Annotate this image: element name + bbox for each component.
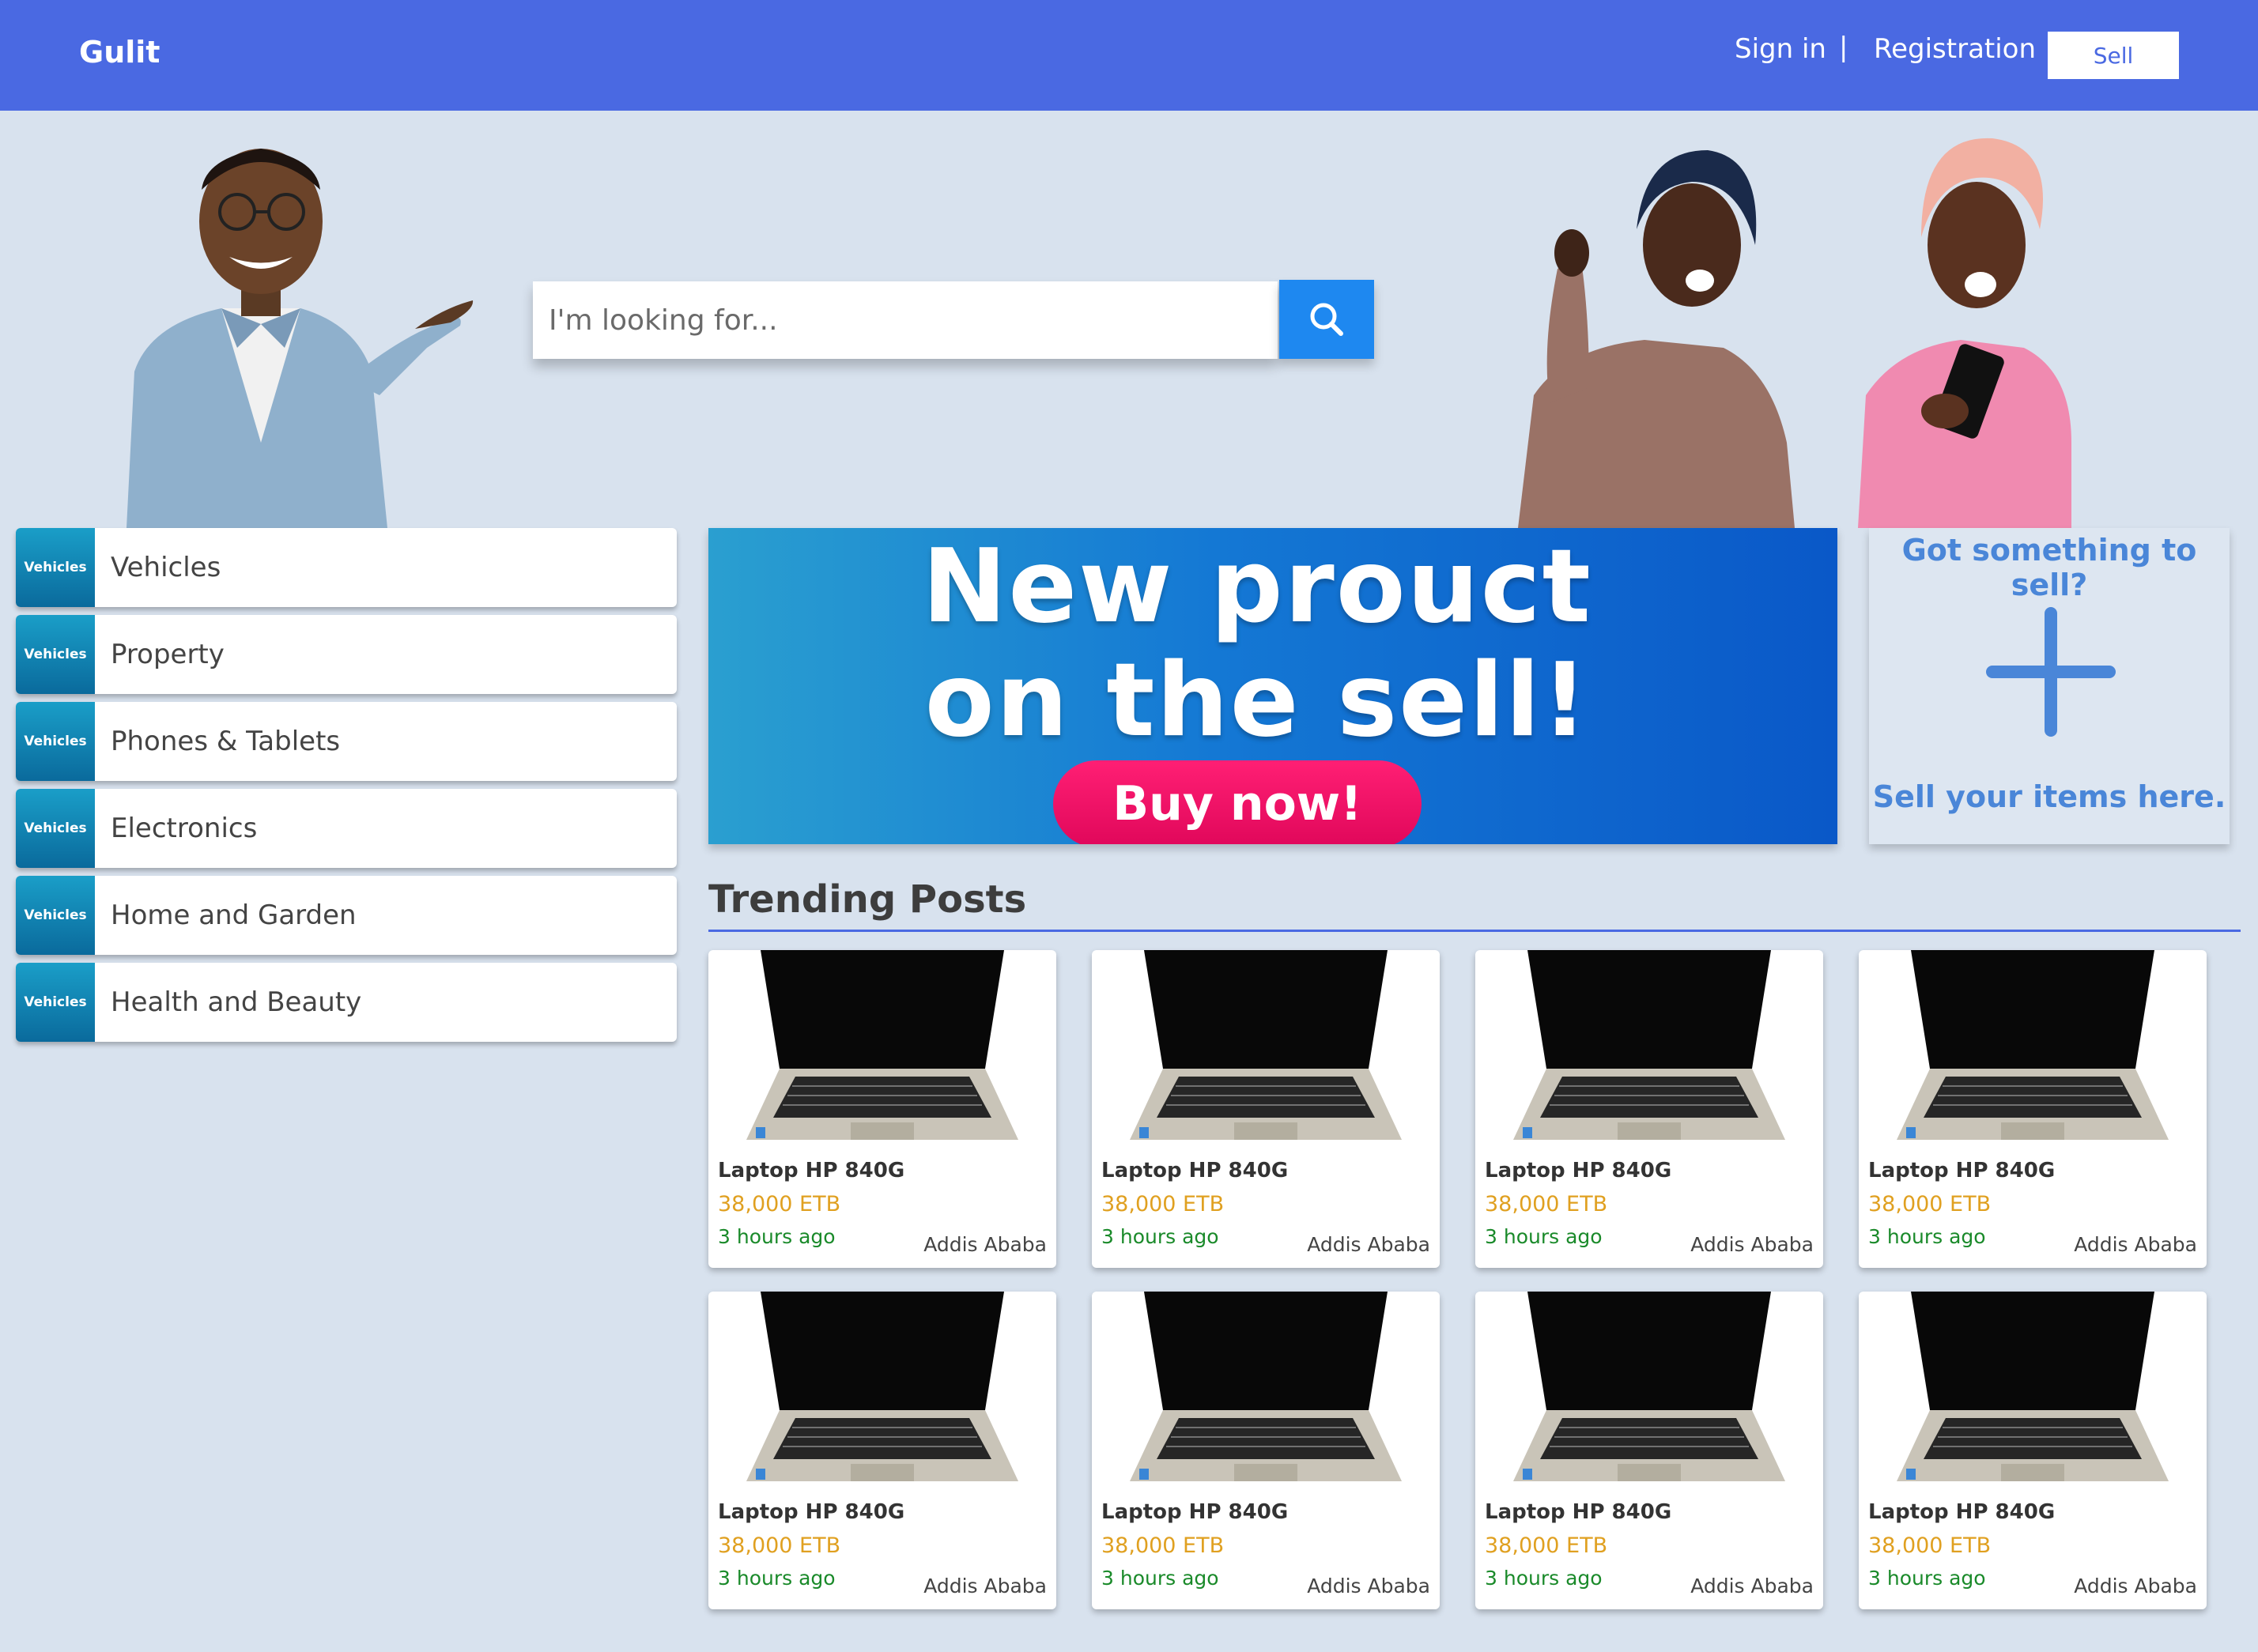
category-label: Vehicles: [111, 552, 221, 583]
hero-women-photo: [1502, 111, 2150, 528]
product-price: 38,000 ETB: [718, 1192, 841, 1216]
product-price: 38,000 ETB: [1101, 1192, 1225, 1216]
category-property[interactable]: Vehicles Property: [16, 615, 677, 694]
banner-headline-line1: New prouct: [922, 528, 1592, 646]
laptop-image: [1897, 1292, 2169, 1481]
category-label: Health and Beauty: [111, 986, 362, 1018]
sell-panel-title: Got something to sell?: [1901, 533, 2197, 602]
category-electronics[interactable]: Vehicles Electronics: [16, 789, 677, 868]
category-badge: Vehicles: [16, 528, 95, 607]
product-title: Laptop HP 840G: [1101, 1159, 1289, 1182]
product-card[interactable]: Laptop HP 840G 38,000 ETB 3 hours ago Ad…: [1092, 1292, 1440, 1609]
laptop-image: [1513, 1292, 1785, 1481]
product-price: 38,000 ETB: [718, 1533, 841, 1558]
product-posted-time: 3 hours ago: [1101, 1567, 1219, 1590]
search-button[interactable]: [1279, 280, 1374, 359]
product-card[interactable]: Laptop HP 840G 38,000 ETB 3 hours ago Ad…: [708, 950, 1056, 1268]
product-location: Addis Ababa: [1307, 1233, 1430, 1256]
top-navbar: Gulit Sign in | Registration Sell: [0, 0, 2258, 111]
sell-button[interactable]: Sell: [2048, 32, 2179, 79]
category-health-beauty[interactable]: Vehicles Health and Beauty: [16, 963, 677, 1042]
category-badge: Vehicles: [16, 615, 95, 694]
laptop-image: [1130, 1292, 1402, 1481]
category-badge: Vehicles: [16, 963, 95, 1042]
laptop-image: [746, 1292, 1018, 1481]
category-label: Property: [111, 639, 225, 670]
laptop-image: [1130, 950, 1402, 1140]
search-box: [533, 281, 1278, 359]
product-title: Laptop HP 840G: [718, 1500, 905, 1524]
search-input[interactable]: [533, 281, 1278, 359]
product-posted-time: 3 hours ago: [1101, 1225, 1219, 1248]
category-label: Home and Garden: [111, 900, 357, 931]
sell-your-items-panel[interactable]: Got something to sell? Sell your items h…: [1869, 528, 2230, 844]
product-posted-time: 3 hours ago: [718, 1567, 836, 1590]
product-location: Addis Ababa: [923, 1575, 1047, 1597]
product-card[interactable]: Laptop HP 840G 38,000 ETB 3 hours ago Ad…: [1859, 1292, 2207, 1609]
product-posted-time: 3 hours ago: [1485, 1567, 1603, 1590]
brand-logo[interactable]: Gulit: [79, 35, 160, 70]
product-posted-time: 3 hours ago: [1485, 1225, 1603, 1248]
plus-icon: [1986, 607, 2116, 737]
product-posted-time: 3 hours ago: [1868, 1567, 1986, 1590]
product-price: 38,000 ETB: [1101, 1533, 1225, 1558]
product-posted-time: 3 hours ago: [718, 1225, 836, 1248]
product-title: Laptop HP 840G: [1868, 1159, 2056, 1182]
product-location: Addis Ababa: [2074, 1233, 2197, 1256]
product-location: Addis Ababa: [1690, 1233, 1814, 1256]
product-location: Addis Ababa: [923, 1233, 1047, 1256]
category-vehicles[interactable]: Vehicles Vehicles: [16, 528, 677, 607]
category-label: Phones & Tablets: [111, 726, 341, 757]
product-price: 38,000 ETB: [1485, 1192, 1608, 1216]
product-title: Laptop HP 840G: [1868, 1500, 2056, 1524]
promo-banner[interactable]: New prouct on the sell! Buy now!: [708, 528, 1837, 844]
section-divider: [708, 930, 2241, 932]
product-location: Addis Ababa: [1690, 1575, 1814, 1597]
laptop-image: [746, 950, 1018, 1140]
trending-posts-title: Trending Posts: [708, 877, 1027, 922]
product-title: Laptop HP 840G: [1485, 1159, 1672, 1182]
laptop-image: [1513, 950, 1785, 1140]
product-title: Laptop HP 840G: [1485, 1500, 1672, 1524]
category-badge: Vehicles: [16, 702, 95, 781]
registration-link[interactable]: Registration: [1874, 33, 2036, 65]
product-price: 38,000 ETB: [1485, 1533, 1608, 1558]
banner-headline-line2: on the sell!: [924, 642, 1590, 760]
sign-in-link[interactable]: Sign in: [1735, 33, 1826, 65]
category-label: Electronics: [111, 813, 258, 844]
product-card[interactable]: Laptop HP 840G 38,000 ETB 3 hours ago Ad…: [708, 1292, 1056, 1609]
laptop-image: [1897, 950, 2169, 1140]
sell-panel-cta: Sell your items here.: [1872, 779, 2226, 814]
category-home-garden[interactable]: Vehicles Home and Garden: [16, 876, 677, 955]
product-price: 38,000 ETB: [1868, 1533, 1992, 1558]
product-title: Laptop HP 840G: [718, 1159, 905, 1182]
product-location: Addis Ababa: [2074, 1575, 2197, 1597]
search-icon: [1310, 303, 1343, 336]
product-card[interactable]: Laptop HP 840G 38,000 ETB 3 hours ago Ad…: [1475, 1292, 1823, 1609]
product-card[interactable]: Laptop HP 840G 38,000 ETB 3 hours ago Ad…: [1092, 950, 1440, 1268]
category-phones-tablets[interactable]: Vehicles Phones & Tablets: [16, 702, 677, 781]
product-location: Addis Ababa: [1307, 1575, 1430, 1597]
product-price: 38,000 ETB: [1868, 1192, 1992, 1216]
hero-man-photo: [103, 111, 474, 528]
product-card[interactable]: Laptop HP 840G 38,000 ETB 3 hours ago Ad…: [1475, 950, 1823, 1268]
product-card[interactable]: Laptop HP 840G 38,000 ETB 3 hours ago Ad…: [1859, 950, 2207, 1268]
buy-now-button[interactable]: Buy now!: [1053, 760, 1422, 844]
nav-separator: |: [1839, 32, 1848, 63]
category-badge: Vehicles: [16, 789, 95, 868]
category-badge: Vehicles: [16, 876, 95, 955]
product-posted-time: 3 hours ago: [1868, 1225, 1986, 1248]
product-title: Laptop HP 840G: [1101, 1500, 1289, 1524]
